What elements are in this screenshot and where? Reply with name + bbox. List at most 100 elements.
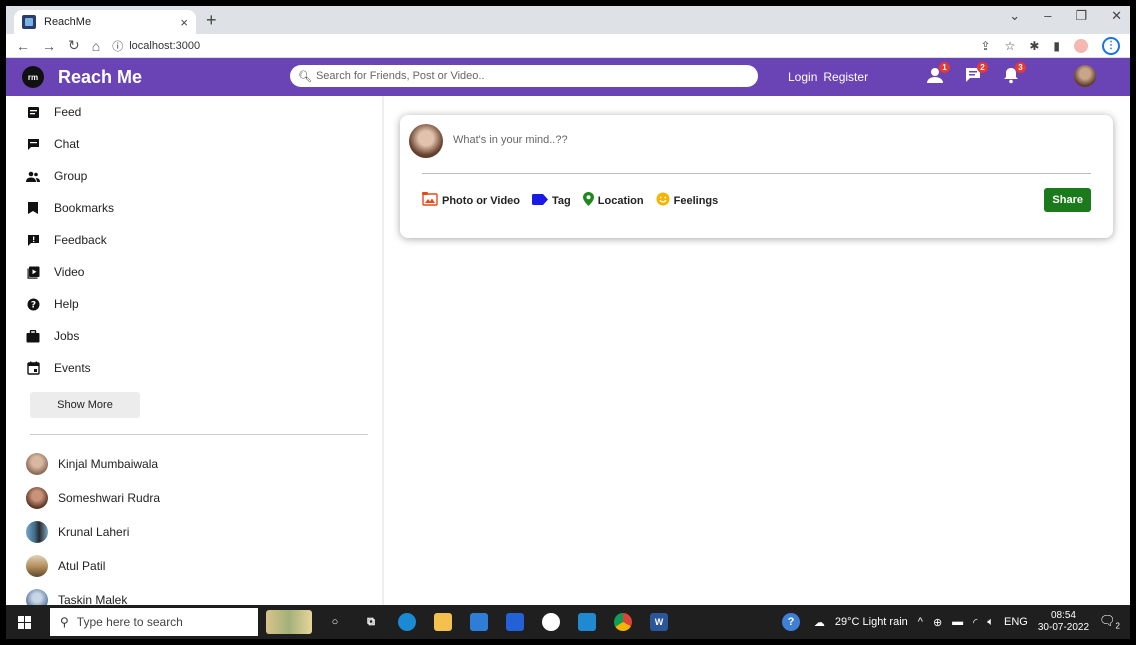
friend-name: Taskin Malek	[58, 593, 128, 605]
sidebar-item-group[interactable]: Group	[6, 160, 382, 192]
friend-item[interactable]: Atul Patil	[6, 549, 382, 583]
sidebar-item-label: Video	[54, 265, 85, 279]
info-icon[interactable]: ⓘ	[112, 38, 123, 54]
friend-name: Krunal Laheri	[58, 525, 130, 539]
tray-expand-icon[interactable]: ^	[918, 616, 923, 628]
dropbox-icon[interactable]	[506, 613, 524, 631]
notifications-bell-icon[interactable]: 3	[1002, 62, 1026, 86]
vscode-icon[interactable]	[578, 613, 596, 631]
new-tab-button[interactable]: +	[206, 10, 217, 31]
window-controls: ⌄ – ❐ ✕	[1009, 8, 1122, 24]
language-indicator[interactable]: ENG	[1004, 616, 1028, 628]
show-more-button[interactable]: Show More	[30, 392, 140, 418]
tab-title: ReachMe	[44, 16, 92, 28]
messages-icon[interactable]: 2	[964, 62, 988, 86]
store-icon[interactable]	[470, 613, 488, 631]
wifi-icon[interactable]: ◜	[973, 616, 977, 629]
sidebar-item-help[interactable]: ? Help	[6, 288, 382, 320]
search-icon: 🔍︎	[298, 70, 312, 83]
home-icon[interactable]: ⌂	[92, 38, 100, 54]
friend-list: Kinjal Mumbaiwala Someshwari Rudra Kruna…	[6, 447, 382, 605]
help-tips-icon[interactable]: ?	[782, 613, 800, 631]
system-tray: ☁ 29°C Light rain ^ ⊕ ▬ ◜ 🔈︎ ENG 08:54 3…	[814, 605, 1120, 639]
close-window-icon[interactable]: ✕	[1111, 8, 1122, 24]
user-avatar[interactable]	[1074, 65, 1096, 87]
register-link[interactable]: Register	[823, 70, 868, 84]
post-input[interactable]	[453, 134, 1053, 146]
chrome-icon[interactable]	[614, 613, 632, 631]
clock-time: 08:54	[1050, 610, 1076, 621]
browser-menu-icon[interactable]: ⋮	[1102, 36, 1120, 55]
github-icon[interactable]	[542, 613, 560, 631]
reload-icon[interactable]: ↻	[68, 37, 80, 54]
sidebar-item-bookmarks[interactable]: Bookmarks	[6, 192, 382, 224]
sidebar-item-feedback[interactable]: Feedback	[6, 224, 382, 256]
tab-search-icon[interactable]: ⌄	[1009, 8, 1020, 24]
windows-start-icon[interactable]	[18, 615, 38, 629]
friend-item[interactable]: Krunal Laheri	[6, 515, 382, 549]
friend-item[interactable]: Kinjal Mumbaiwala	[6, 447, 382, 481]
sidebar-item-feed[interactable]: Feed	[6, 96, 382, 128]
url-text: localhost:3000	[129, 39, 201, 52]
browser-tab[interactable]: ReachMe ×	[14, 10, 196, 34]
maximize-icon[interactable]: ❐	[1075, 8, 1087, 24]
back-icon[interactable]: ←	[16, 38, 30, 54]
friend-requests-badge: 1	[939, 62, 950, 73]
edge-icon[interactable]	[398, 613, 416, 631]
share-page-icon[interactable]: ⇪	[981, 39, 991, 53]
friend-item[interactable]: Taskin Malek	[6, 583, 382, 605]
composer-divider	[422, 173, 1091, 174]
photo-video-option[interactable]: Photo or Video	[422, 192, 520, 209]
search-highlight-image[interactable]	[266, 610, 312, 634]
cortana-icon[interactable]: ○	[326, 613, 344, 631]
os-taskbar: ⚲ ○ ⧉ W ? ☁ 29°C Light rain ^ ⊕ ▬ ◜ 🔈︎ E…	[6, 605, 1130, 639]
notification-center-icon[interactable]: 🗨︎2	[1099, 613, 1120, 631]
tab-close-icon[interactable]: ×	[180, 15, 188, 30]
tag-option[interactable]: Tag	[532, 193, 571, 208]
friend-item[interactable]: Someshwari Rudra	[6, 481, 382, 515]
reachme-logo-icon[interactable]: rm	[22, 66, 44, 88]
browser-profile-avatar[interactable]	[1074, 38, 1088, 53]
photo-video-label: Photo or Video	[442, 194, 521, 207]
feelings-option[interactable]: Feelings	[656, 192, 718, 209]
address-bar: ← → ↻ ⌂ ⓘ localhost:3000 ⇪ ☆ ✱ ▮ ⋮	[6, 34, 1130, 58]
sidebar-item-chat[interactable]: Chat	[6, 128, 382, 160]
taskbar-search-input[interactable]	[76, 615, 237, 629]
location-label: Location	[597, 194, 644, 207]
feelings-icon	[656, 192, 670, 209]
weather-text[interactable]: 29°C Light rain	[835, 616, 908, 628]
sidebar-item-label: Feed	[54, 105, 82, 119]
sidebar-item-jobs[interactable]: Jobs	[6, 320, 382, 352]
friend-avatar	[26, 521, 48, 543]
file-explorer-icon[interactable]	[434, 613, 452, 631]
friend-avatar	[26, 453, 48, 475]
url-field[interactable]: ⓘ localhost:3000	[112, 38, 200, 54]
location-option[interactable]: Location	[582, 192, 644, 209]
tag-icon	[532, 193, 549, 208]
task-view-icon[interactable]: ⧉	[362, 613, 380, 631]
login-link[interactable]: Login	[788, 70, 817, 84]
word-icon[interactable]: W	[650, 613, 668, 631]
friend-avatar	[26, 555, 48, 577]
friend-name: Atul Patil	[58, 559, 106, 573]
share-button[interactable]: Share	[1044, 188, 1091, 212]
taskbar-apps: ○ ⧉ W	[326, 613, 668, 631]
sidebar-item-video[interactable]: Video	[6, 256, 382, 288]
sidepanel-icon[interactable]: ▮	[1053, 39, 1060, 53]
extensions-icon[interactable]: ✱	[1029, 39, 1039, 53]
composer-actions: Photo or Video Tag Location Feelings	[422, 192, 718, 209]
clock[interactable]: 08:54 30-07-2022	[1038, 610, 1089, 634]
forward-icon[interactable]: →	[42, 38, 56, 54]
taskbar-search[interactable]: ⚲	[50, 608, 258, 636]
battery-icon[interactable]: ▬	[952, 616, 963, 628]
sidebar-item-events[interactable]: Events	[6, 352, 382, 384]
friend-name: Kinjal Mumbaiwala	[58, 457, 159, 471]
search-input[interactable]	[315, 70, 756, 82]
minimize-icon[interactable]: –	[1044, 8, 1051, 24]
brand-title[interactable]: Reach Me	[58, 67, 142, 88]
volume-icon[interactable]: 🔈︎	[987, 616, 994, 629]
friend-requests-icon[interactable]: 1	[926, 62, 950, 86]
network-icon[interactable]: ⊕	[933, 616, 942, 629]
notification-count: 2	[1115, 621, 1120, 631]
bookmark-star-icon[interactable]: ☆	[1005, 39, 1016, 53]
